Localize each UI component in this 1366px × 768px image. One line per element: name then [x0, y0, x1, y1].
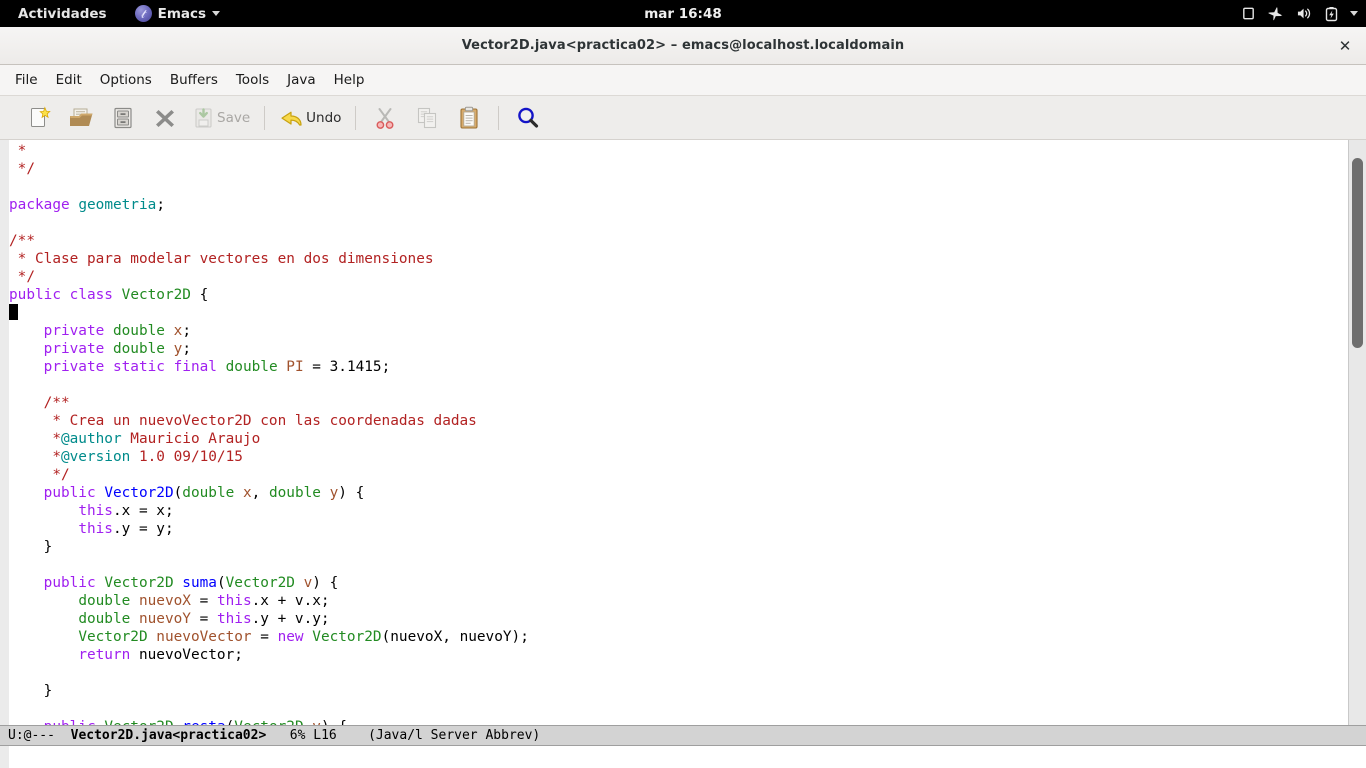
mode-line-position-percent: 6%	[289, 728, 306, 743]
app-menu-label: Emacs	[157, 5, 207, 22]
code-pane[interactable]: * */ package geometria; /** * Clase para…	[9, 140, 1348, 725]
magnifier-icon	[518, 107, 539, 128]
undo-button[interactable]: Undo	[273, 101, 347, 135]
activities-button[interactable]: Actividades	[10, 3, 115, 25]
tool-bar[interactable]: Save Undo	[0, 96, 1366, 140]
menu-item-edit[interactable]: Edit	[47, 68, 91, 92]
undo-arrow-icon	[281, 111, 302, 126]
minibuffer-row	[0, 746, 1366, 768]
window-title-bar[interactable]: Vector2D.java<practica02> – emacs@localh…	[0, 27, 1366, 65]
scrollbar-thumb[interactable]	[1352, 158, 1363, 348]
undo-button-label: Undo	[306, 109, 342, 126]
minibuffer[interactable]	[9, 746, 1366, 768]
close-buffer-button[interactable]	[144, 101, 186, 135]
left-fringe	[0, 140, 9, 725]
paste-button[interactable]	[448, 101, 490, 135]
chevron-down-icon	[212, 11, 221, 16]
source-code-text[interactable]: * */ package geometria; /** * Clase para…	[9, 142, 1348, 725]
toolbar-separator-1	[264, 105, 266, 130]
menu-item-buffers[interactable]: Buffers	[161, 68, 227, 92]
file-cabinet-icon	[114, 107, 132, 128]
save-button-label: Save	[217, 109, 251, 126]
app-menu-emacs[interactable]: 𝓉 Emacs	[129, 2, 226, 25]
save-as-button[interactable]: Save	[186, 101, 256, 135]
new-file-icon	[31, 106, 51, 127]
clock-label: mar 16:48	[644, 5, 722, 22]
menu-item-options[interactable]: Options	[91, 68, 161, 92]
mode-line-line-number: L16	[313, 728, 337, 743]
mode-line-modes: (Java/l Server Abbrev)	[368, 728, 541, 743]
close-x-icon	[156, 109, 174, 127]
emacs-logo-icon: 𝓉	[134, 5, 152, 22]
buffer-area: * */ package geometria; /** * Clase para…	[0, 140, 1366, 768]
emacs-window: Vector2D.java<practica02> – emacs@localh…	[0, 27, 1366, 768]
minibuffer-fringe	[0, 746, 9, 768]
airplane-mode-icon[interactable]	[1268, 6, 1284, 22]
copy-button[interactable]	[406, 101, 448, 135]
cut-button[interactable]	[364, 101, 406, 135]
volume-icon[interactable]	[1296, 6, 1313, 21]
toolbar-separator-2	[355, 105, 357, 130]
text-cursor	[9, 304, 18, 320]
vertical-scrollbar[interactable]	[1348, 140, 1366, 725]
buffer-row: * */ package geometria; /** * Clase para…	[0, 140, 1366, 725]
close-window-button[interactable]: ✕	[1330, 32, 1360, 60]
tray-chevron-down-icon[interactable]	[1350, 11, 1358, 16]
window-title: Vector2D.java<practica02> – emacs@localh…	[461, 38, 905, 53]
search-button[interactable]	[507, 101, 549, 135]
menu-item-file[interactable]: File	[6, 68, 47, 92]
gnome-top-bar: Actividades 𝓉 Emacs mar 16:48	[0, 0, 1366, 27]
toolbar-separator-3	[498, 105, 500, 130]
menu-item-tools[interactable]: Tools	[227, 68, 278, 92]
open-file-button[interactable]	[60, 101, 102, 135]
menu-bar[interactable]: File Edit Options Buffers Tools Java Hel…	[0, 65, 1366, 96]
mode-line: U:@--- Vector2D.java<practica02> 6% L16 …	[0, 725, 1366, 746]
screen-icon[interactable]	[1241, 6, 1256, 21]
save-download-icon	[195, 107, 212, 128]
clipboard-icon	[460, 106, 478, 129]
new-file-button[interactable]	[18, 101, 60, 135]
mode-line-buffer-name: Vector2D.java<practica02>	[70, 728, 267, 743]
mode-line-status-flags: U:@---	[8, 728, 55, 743]
save-buffer-button[interactable]	[102, 101, 144, 135]
battery-charging-icon[interactable]	[1325, 6, 1338, 22]
menu-item-help[interactable]: Help	[325, 68, 374, 92]
copy-pages-icon	[417, 107, 436, 129]
scissors-icon	[376, 107, 394, 129]
open-folder-icon	[70, 108, 93, 126]
menu-item-java[interactable]: Java	[278, 68, 325, 92]
system-tray[interactable]	[1241, 0, 1358, 27]
